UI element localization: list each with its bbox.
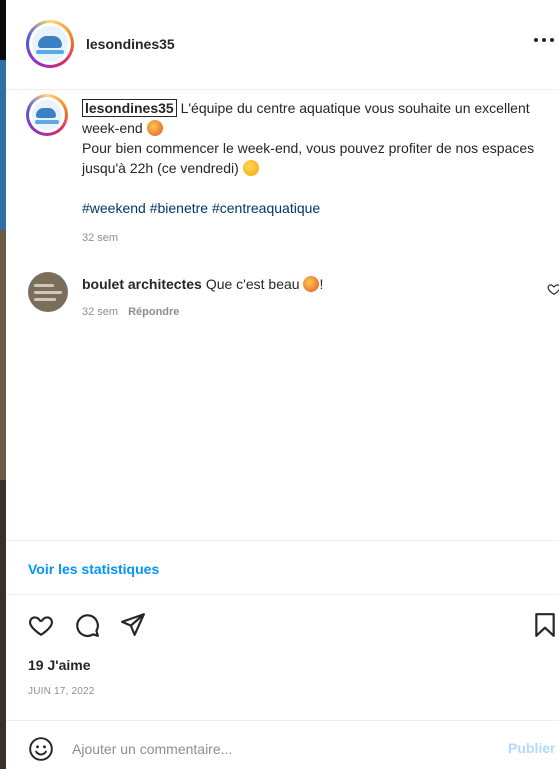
caption-avatar[interactable] [26,94,68,136]
comment-bubble-icon[interactable] [74,612,100,638]
post-panel: lesondines35 lesondines35 L'équipe du ce… [6,0,559,769]
post-date: JUIN 17, 2022 [28,686,95,697]
comment-timestamp[interactable]: 32 sem [82,306,118,318]
divider [6,720,559,721]
bookmark-icon[interactable] [532,612,558,638]
view-insights-link[interactable]: Voir les statistiques [28,561,159,577]
more-horizontal-icon[interactable] [534,30,554,50]
publish-button[interactable]: Publier [508,740,555,756]
smiley-icon[interactable] [28,736,54,762]
comment-body: Que c'est beau [205,276,304,292]
divider [6,540,559,541]
reply-button[interactable]: Répondre [128,306,179,318]
comment-username[interactable]: boulet architectes [82,276,202,292]
comment-text: boulet architectes Que c'est beau ! [82,276,323,292]
comment-avatar[interactable] [28,272,68,312]
post-header: lesondines35 [6,0,559,90]
comment-body-end: ! [319,276,324,292]
post-author-username[interactable]: lesondines35 [86,36,175,52]
brand-logo-icon [32,26,68,62]
sun-emoji-icon [242,160,259,176]
caption-line-2: Pour bien commencer le week-end, vous po… [82,140,535,176]
caption-timestamp[interactable]: 32 sem [82,232,118,244]
caption-hashtags[interactable]: #weekend #bienetre #centreaquatique [82,200,320,216]
heart-icon[interactable] [28,612,54,638]
paper-plane-icon[interactable] [120,611,146,637]
avatar[interactable] [26,20,74,68]
heart-eyes-emoji-icon [303,276,320,292]
comment-meta: 32 sem Répondre [82,306,179,318]
brand-logo-icon [32,100,62,130]
caption-username[interactable]: lesondines35 [82,99,177,117]
heart-outline-icon[interactable] [547,282,559,296]
like-count[interactable]: 19 J'aime [28,657,91,673]
divider [6,594,559,595]
comment-item: boulet architectes Que c'est beau ! 32 se… [6,270,559,330]
comment-input[interactable] [72,738,492,760]
winking-face-emoji-icon [146,120,163,136]
caption-text: lesondines35 L'équipe du centre aquatiqu… [82,98,552,178]
